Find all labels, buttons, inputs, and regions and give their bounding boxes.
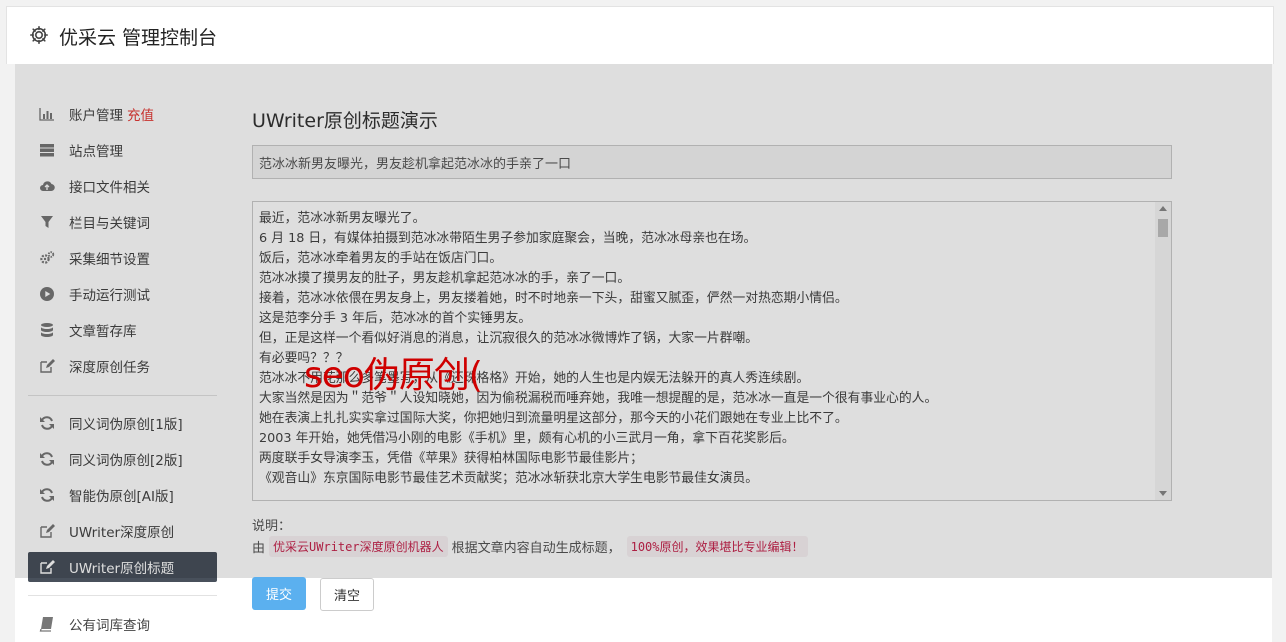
sidebar-item-columns-keywords[interactable]: 栏目与关键词 — [28, 207, 217, 237]
article-line: 这是范李分手 3 年后，范冰冰的首个实锤男友。 — [259, 311, 532, 326]
sidebar-item-uwriter-deep[interactable]: UWriter深度原创 — [28, 516, 217, 546]
play-circle-icon — [38, 286, 56, 302]
sidebar-item-deep-original-task[interactable]: 深度原创任务 — [28, 351, 217, 381]
sidebar-item-label: 账户管理 — [69, 108, 123, 124]
note-text: 由 优采云UWriter深度原创机器人 根据文章内容自动生成标题， 100%原创… — [252, 536, 808, 557]
sidebar-divider — [28, 595, 217, 596]
database-icon — [38, 322, 56, 338]
sidebar-item-label: 手动运行测试 — [69, 288, 150, 304]
edit-icon — [38, 358, 56, 374]
filter-icon — [38, 214, 56, 230]
console-title: 优采云 管理控制台 — [59, 27, 218, 49]
article-line: 6 月 18 日，有媒体拍摄到范冰冰带陌生男子参加家庭聚会，当晚，范冰冰母亲也在… — [259, 231, 757, 246]
scrollbar-thumb[interactable] — [1158, 219, 1168, 237]
sidebar-item-account[interactable]: 账户管理 充值 — [28, 99, 217, 129]
sidebar-item-label: 站点管理 — [69, 144, 123, 160]
sidebar-item-label: 公有词库查询 — [69, 618, 150, 634]
sidebar-item-collect-settings[interactable]: 采集细节设置 — [28, 243, 217, 273]
book-icon — [38, 616, 56, 632]
bar-chart-icon — [38, 106, 56, 122]
sidebar-item-label: 同义词伪原创[1版] — [69, 417, 183, 433]
submit-button[interactable]: 提交 — [252, 577, 306, 610]
note-middle: 根据文章内容自动生成标题， — [451, 541, 621, 556]
app-frame: 优采云 管理控制台 账户管理 充值 站点管理 接口文件相关 栏目与关键词 采集细… — [0, 0, 1286, 642]
edit-icon — [38, 559, 56, 575]
cogs-icon — [38, 250, 56, 266]
article-line: 《观音山》东京国际电影节最佳艺术贡献奖；范冰冰斩获北京大学生电影节最佳女演员。 — [259, 471, 759, 486]
recharge-link[interactable]: 充值 — [127, 104, 154, 124]
refresh-icon — [38, 487, 56, 503]
gear-icon — [29, 25, 49, 45]
sidebar-item-label: 接口文件相关 — [69, 180, 150, 196]
article-line: 接着，范冰冰依偎在男友身上，男友搂着她，时不时地亲一下头，甜蜜又腻歪，俨然一对热… — [259, 291, 848, 306]
note-label: 说明： — [252, 519, 292, 534]
scroll-up-arrow-icon[interactable] — [1159, 206, 1167, 211]
sidebar-item-label: 深度原创任务 — [69, 360, 150, 376]
refresh-icon — [38, 415, 56, 431]
top-bar: 优采云 管理控制台 — [6, 6, 1274, 64]
server-icon — [38, 142, 56, 158]
article-line: 范冰冰摸了摸男友的肚子，男友趁机拿起范冰冰的手，亲了一口。 — [259, 271, 631, 286]
note-code-original: 100%原创，效果堪比专业编辑！ — [626, 536, 808, 557]
watermark-text: seo伪原创( — [304, 355, 483, 396]
sidebar-item-label: 文章暂存库 — [69, 324, 137, 340]
sidebar-item-label: 同义词伪原创[2版] — [69, 453, 183, 469]
refresh-icon — [38, 451, 56, 467]
sidebar-item-article-store[interactable]: 文章暂存库 — [28, 315, 217, 345]
sidebar-item-sites[interactable]: 站点管理 — [28, 135, 217, 165]
sidebar-item-uwriter-title[interactable]: UWriter原创标题 — [28, 552, 217, 582]
sidebar-item-synonym-v1[interactable]: 同义词伪原创[1版] — [28, 408, 217, 438]
sidebar-item-api-files[interactable]: 接口文件相关 — [28, 171, 217, 201]
sidebar-item-label: 采集细节设置 — [69, 252, 150, 268]
textarea-scrollbar[interactable] — [1155, 202, 1171, 500]
page-title: UWriter原创标题演示 — [252, 110, 438, 132]
article-line: 饭后，范冰冰牵着男友的手站在饭店门口。 — [259, 251, 503, 266]
title-output-field[interactable] — [252, 145, 1172, 179]
sidebar-divider — [28, 395, 217, 396]
edit-icon — [38, 523, 56, 539]
sidebar-item-manual-run[interactable]: 手动运行测试 — [28, 279, 217, 309]
article-line: 2003 年开始，她凭借冯小刚的电影《手机》里，颇有心机的小三武月一角，拿下百花… — [259, 431, 795, 446]
sidebar-item-synonym-v2[interactable]: 同义词伪原创[2版] — [28, 444, 217, 474]
scroll-down-arrow-icon[interactable] — [1159, 491, 1167, 496]
article-line: 她在表演上扎扎实实拿过国际大奖，你把她归到流量明星这部分，那今天的小花们跟她在专… — [259, 411, 848, 426]
cloud-upload-icon — [38, 178, 56, 194]
note-prefix: 由 — [252, 541, 266, 556]
sidebar-item-label: UWriter深度原创 — [69, 525, 175, 541]
article-line: 最近，范冰冰新男友曝光了。 — [259, 211, 426, 226]
article-line: 两度联手女导演李玉，凭借《苹果》获得柏林国际电影节最佳影片； — [259, 451, 643, 466]
sidebar-item-public-lexicon[interactable]: 公有词库查询 — [28, 609, 217, 639]
sidebar-item-ai-rewrite[interactable]: 智能伪原创[AI版] — [28, 480, 217, 510]
sidebar-item-label: 栏目与关键词 — [69, 216, 150, 232]
clear-button[interactable]: 清空 — [320, 578, 374, 611]
sidebar-item-label: UWriter原创标题 — [69, 561, 175, 577]
sidebar-item-label: 智能伪原创[AI版] — [69, 489, 174, 505]
note-code-robot: 优采云UWriter深度原创机器人 — [269, 536, 448, 557]
